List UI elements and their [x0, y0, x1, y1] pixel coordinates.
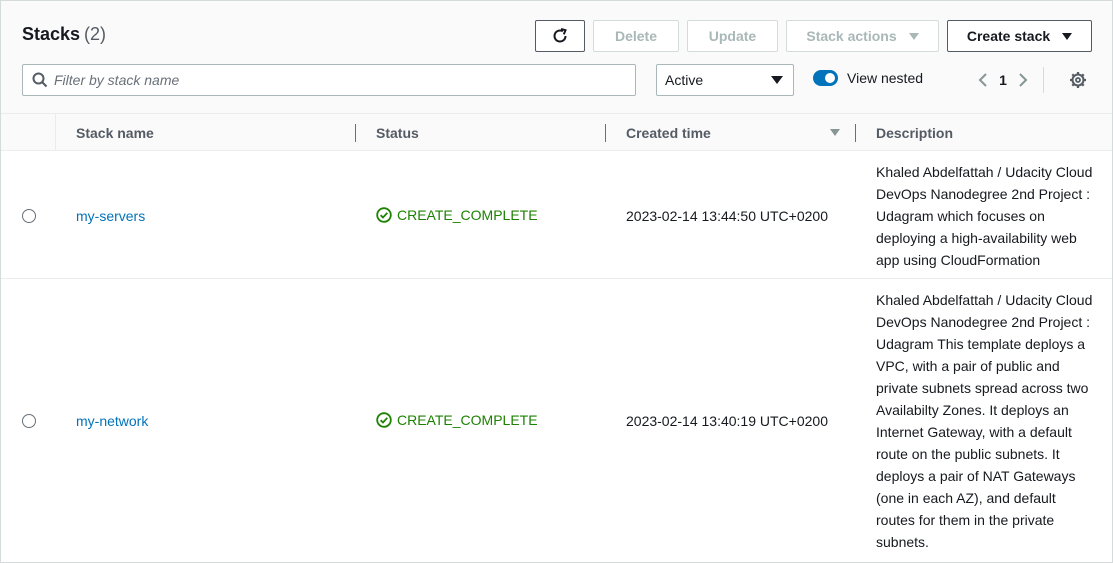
column-header-created-time[interactable]: Created time: [626, 125, 711, 141]
current-page-number[interactable]: 1: [995, 72, 1011, 88]
refresh-icon: [553, 28, 567, 43]
sort-descending-icon[interactable]: [830, 129, 840, 136]
status-badge: CREATE_COMPLETE: [376, 412, 538, 428]
table-row[interactable]: my-servers CREATE_COMPLETE 2023-02-14 13…: [1, 151, 1112, 279]
pager-divider: [1043, 67, 1044, 93]
pagination: 1: [971, 67, 1044, 93]
column-header-status[interactable]: Status: [376, 125, 419, 141]
status-text: CREATE_COMPLETE: [397, 412, 538, 428]
title-text: Stacks: [22, 24, 81, 44]
created-time: 2023-02-14 13:44:50 UTC+0200: [626, 208, 828, 224]
status-badge: CREATE_COMPLETE: [376, 207, 538, 223]
view-nested-toggle[interactable]: [813, 70, 838, 86]
caret-down-icon: [771, 76, 783, 84]
delete-button-label: Delete: [614, 28, 658, 44]
create-stack-label: Create stack: [966, 28, 1051, 44]
column-resizer[interactable]: [855, 124, 856, 142]
stack-description: Khaled Abdelfattah / Udacity Cloud DevOp…: [876, 164, 1093, 268]
next-page-button[interactable]: [1011, 67, 1035, 93]
success-check-icon: [376, 412, 392, 428]
row-select-radio[interactable]: [22, 414, 36, 428]
view-nested-toggle-group[interactable]: View nested: [813, 70, 923, 86]
stack-actions-button[interactable]: Stack actions: [786, 20, 939, 52]
created-time: 2023-02-14 13:40:19 UTC+0200: [626, 413, 828, 429]
stack-count: (2): [84, 24, 107, 44]
table-header: Stack name Status Created time Descripti…: [1, 113, 1112, 151]
search-field[interactable]: [22, 64, 636, 96]
stacks-header: Stacks (2) Delete Update Stack actions Cr…: [1, 1, 1112, 113]
select-column-divider: [55, 114, 56, 151]
column-header-description[interactable]: Description: [876, 125, 953, 141]
update-button-label: Update: [708, 28, 757, 44]
column-resizer[interactable]: [355, 124, 356, 142]
create-stack-button[interactable]: Create stack: [947, 20, 1092, 52]
table-row[interactable]: my-network CREATE_COMPLETE 2023-02-14 13…: [1, 279, 1112, 562]
toggle-knob: [825, 73, 835, 83]
view-nested-label: View nested: [847, 70, 924, 86]
stack-name-link[interactable]: my-servers: [76, 208, 145, 224]
update-button[interactable]: Update: [687, 20, 778, 52]
column-header-stack-name[interactable]: Stack name: [76, 125, 154, 141]
stack-description: Khaled Abdelfattah / Udacity Cloud DevOp…: [876, 292, 1093, 550]
status-select-value: Active: [665, 72, 704, 88]
delete-button[interactable]: Delete: [593, 20, 679, 52]
preferences-button[interactable]: [1067, 69, 1089, 91]
status-text: CREATE_COMPLETE: [397, 207, 538, 223]
row-select-radio[interactable]: [22, 209, 36, 223]
gear-icon: [1070, 72, 1086, 88]
search-icon: [32, 72, 48, 88]
stacks-panel: Stacks (2) Delete Update Stack actions Cr…: [0, 0, 1113, 563]
page-title: Stacks (2): [22, 24, 106, 45]
status-select[interactable]: Active: [656, 64, 794, 96]
success-check-icon: [376, 207, 392, 223]
chevron-right-icon: [1019, 73, 1028, 87]
caret-down-icon: [1062, 32, 1073, 40]
stack-name-link[interactable]: my-network: [76, 413, 148, 429]
prev-page-button[interactable]: [971, 67, 995, 93]
search-input[interactable]: [54, 72, 614, 88]
caret-down-icon: [908, 32, 919, 40]
refresh-button[interactable]: [535, 20, 585, 52]
chevron-left-icon: [978, 73, 987, 87]
column-resizer[interactable]: [605, 124, 606, 142]
stack-actions-label: Stack actions: [806, 28, 897, 44]
